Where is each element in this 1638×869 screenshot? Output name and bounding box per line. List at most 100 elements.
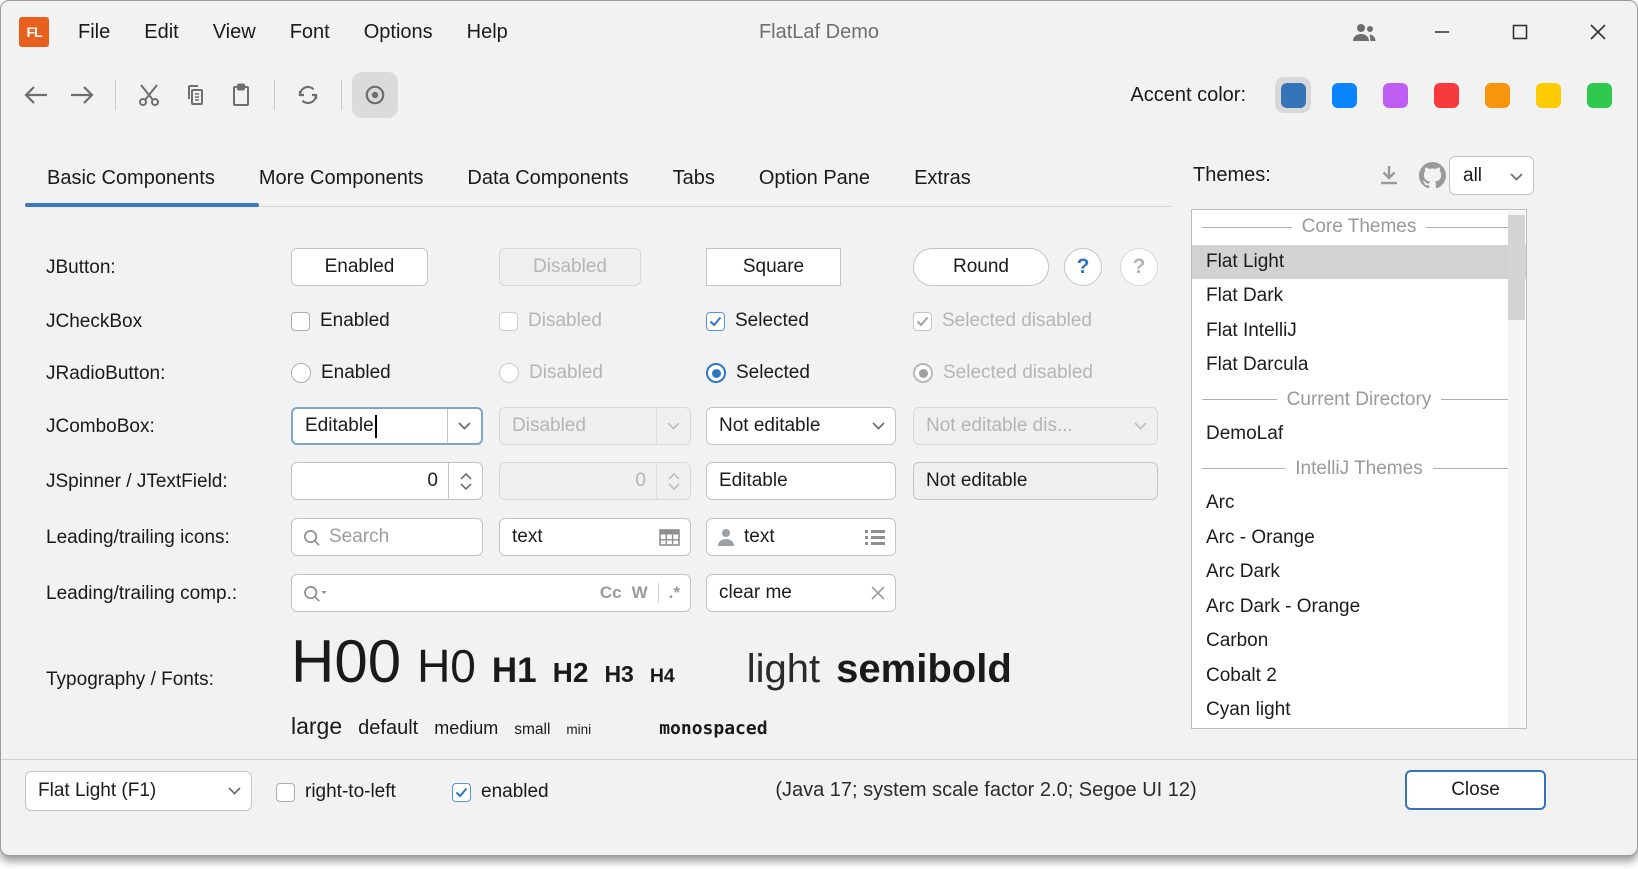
square-button[interactable]: Square <box>706 248 841 286</box>
scrollbar-thumb[interactable] <box>1508 215 1525 320</box>
accent-swatch-default-blue[interactable] <box>1275 77 1311 113</box>
radio-selected[interactable]: Selected <box>706 362 810 384</box>
show-hidden-eye-icon[interactable] <box>352 72 398 118</box>
tab-more-components[interactable]: More Components <box>237 149 446 207</box>
checkbox-box <box>291 312 310 331</box>
combobox-not-editable[interactable]: Not editable <box>706 407 896 445</box>
text-value: text <box>512 526 543 548</box>
default-sample: default <box>358 717 418 739</box>
paste-icon[interactable] <box>218 72 264 118</box>
maximize-button[interactable] <box>1481 1 1559 63</box>
theme-item-arc-dark-orange[interactable]: Arc Dark - Orange <box>1192 590 1526 625</box>
typography-sizes: largedefaultmediumsmallminimonospaced <box>291 713 784 740</box>
app-window: FL FileEditViewFontOptionsHelp FlatLaf D… <box>0 0 1638 856</box>
h3-sample: H3 <box>604 661 633 687</box>
themes-scrollbar[interactable] <box>1508 211 1525 729</box>
menubar: FileEditViewFontOptionsHelp <box>61 1 525 63</box>
theme-item-flat-dark[interactable]: Flat Dark <box>1192 279 1526 314</box>
swatch-color <box>1434 83 1459 108</box>
textfield-not-editable: Not editable <box>913 462 1158 500</box>
search-field[interactable]: Search <box>291 518 483 556</box>
minimize-button[interactable] <box>1403 1 1481 63</box>
menu-font[interactable]: Font <box>273 1 347 63</box>
rtl-checkbox[interactable]: right-to-left <box>276 781 396 803</box>
textfield-editable[interactable]: Editable <box>706 462 896 500</box>
radio-enabled[interactable]: Enabled <box>291 362 391 384</box>
text-field-with-user-icon[interactable]: text <box>706 518 896 556</box>
accent-swatch-green[interactable] <box>1581 77 1617 113</box>
back-icon[interactable] <box>13 72 59 118</box>
statusbar-separator <box>1 759 1637 760</box>
clear-x-icon[interactable] <box>871 586 885 600</box>
menu-help[interactable]: Help <box>450 1 525 63</box>
copy-icon[interactable] <box>172 72 218 118</box>
menu-options[interactable]: Options <box>347 1 450 63</box>
checkbox-selected[interactable]: Selected <box>706 310 809 332</box>
users-icon[interactable] <box>1325 1 1403 63</box>
text-caret <box>375 415 377 438</box>
theme-item-flat-light[interactable]: Flat Light <box>1192 245 1526 280</box>
tab-option-pane[interactable]: Option Pane <box>737 149 892 207</box>
laf-selector-combobox[interactable]: Flat Light (F1) <box>25 771 252 811</box>
themes-filter-combobox[interactable]: all <box>1449 156 1534 195</box>
swatch-color <box>1281 83 1306 108</box>
accent-swatch-yellow[interactable] <box>1530 77 1566 113</box>
theme-item-arc-dark[interactable]: Arc Dark <box>1192 555 1526 590</box>
table-icon[interactable] <box>659 529 680 546</box>
spinner-buttons[interactable] <box>448 463 482 499</box>
menu-list-icon[interactable] <box>865 529 885 545</box>
theme-item-carbon[interactable]: Carbon <box>1192 624 1526 659</box>
theme-item-flat-darcula[interactable]: Flat Darcula <box>1192 348 1526 383</box>
chevron-down-icon[interactable] <box>447 409 481 443</box>
clearable-text-field[interactable]: clear me <box>706 574 896 612</box>
cut-icon[interactable] <box>126 72 172 118</box>
accent-swatch-red[interactable] <box>1428 77 1464 113</box>
menu-file[interactable]: File <box>61 1 127 63</box>
textfield-value: Editable <box>719 470 788 492</box>
combobox-editable[interactable]: Editable <box>291 407 483 445</box>
search-field-with-options[interactable]: Cc W .* <box>291 574 691 612</box>
enabled-checkbox[interactable]: enabled <box>452 781 549 803</box>
refresh-icon[interactable] <box>285 72 331 118</box>
regex-button[interactable]: .* <box>669 583 680 603</box>
download-icon[interactable] <box>1367 153 1411 197</box>
spinner[interactable]: 0 <box>291 462 483 500</box>
theme-item-dark-flat[interactable]: Dark Flat <box>1192 728 1526 730</box>
menu-view[interactable]: View <box>196 1 273 63</box>
tab-extras[interactable]: Extras <box>892 149 993 207</box>
theme-item-demolaf[interactable]: DemoLaf <box>1192 417 1526 452</box>
text-field-with-table-icon[interactable]: text <box>499 518 691 556</box>
help-button[interactable]: ? <box>1064 248 1102 286</box>
round-button[interactable]: Round <box>913 248 1049 286</box>
tab-tabs[interactable]: Tabs <box>651 149 737 207</box>
search-with-dropdown-icon[interactable] <box>302 584 327 603</box>
spinner-value: 0 <box>292 470 448 492</box>
tab-data-components[interactable]: Data Components <box>445 149 650 207</box>
theme-item-cobalt-2[interactable]: Cobalt 2 <box>1192 659 1526 694</box>
theme-item-flat-intellij[interactable]: Flat IntelliJ <box>1192 314 1526 349</box>
enabled-button[interactable]: Enabled <box>291 248 428 286</box>
chevron-down-icon <box>656 408 690 444</box>
forward-icon[interactable] <box>59 72 105 118</box>
menu-edit[interactable]: Edit <box>127 1 195 63</box>
user-icon <box>717 528 735 547</box>
match-case-button[interactable]: Cc <box>600 583 622 603</box>
tab-basic-components[interactable]: Basic Components <box>25 149 237 207</box>
search-options: Cc W .* <box>590 583 680 603</box>
typography-row-label: Typography / Fonts: <box>46 669 214 691</box>
checkbox-box <box>276 783 295 802</box>
accent-swatch-orange[interactable] <box>1479 77 1515 113</box>
theme-item-arc[interactable]: Arc <box>1192 486 1526 521</box>
theme-item-cyan-light[interactable]: Cyan light <box>1192 693 1526 728</box>
whole-word-button[interactable]: W <box>632 583 648 603</box>
checkbox-box-checked <box>452 783 471 802</box>
close-window-button[interactable] <box>1559 1 1637 63</box>
theme-item-arc-orange[interactable]: Arc - Orange <box>1192 521 1526 556</box>
accent-swatch-blue[interactable] <box>1326 77 1362 113</box>
checkbox-enabled[interactable]: Enabled <box>291 310 390 332</box>
close-button[interactable]: Close <box>1405 770 1546 810</box>
flatlaf-logo-icon: FL <box>19 17 49 47</box>
accent-swatch-purple[interactable] <box>1377 77 1413 113</box>
chevron-down-icon <box>1510 165 1523 187</box>
themes-separator-intellij-themes: IntelliJ Themes <box>1192 452 1526 487</box>
